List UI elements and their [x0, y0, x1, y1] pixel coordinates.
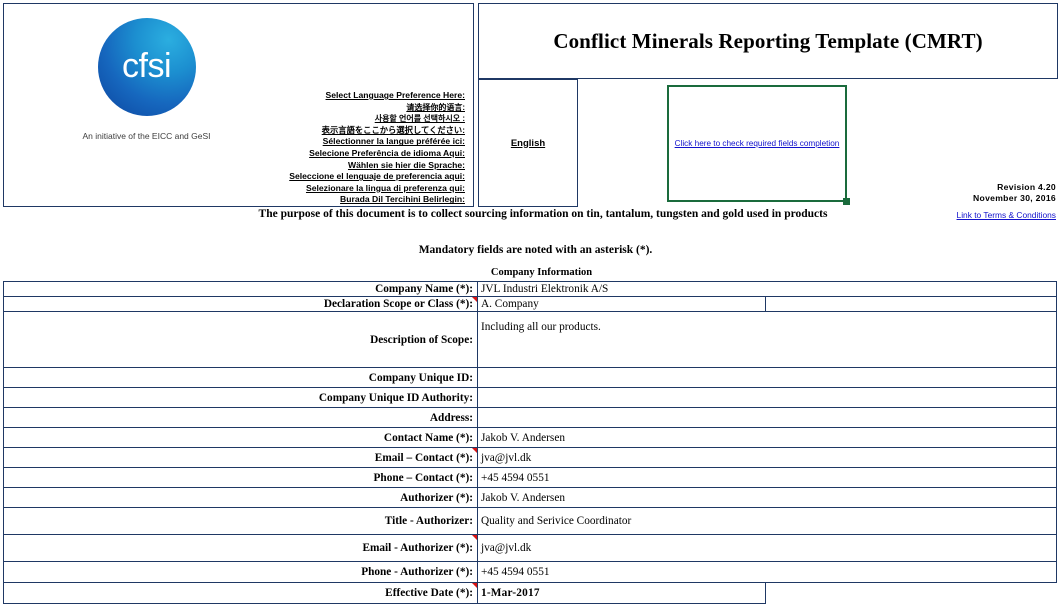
field-label-address: Address: [3, 407, 478, 428]
table-row: Company Unique ID Authority: [3, 387, 1058, 408]
field-label-company-unique-id: Company Unique ID: [3, 367, 478, 388]
field-value-phone-contact[interactable]: +45 4594 0551 [476, 467, 1058, 488]
field-value-company-name[interactable]: JVL Industri Elektronik A/S [476, 281, 1058, 297]
language-prompt-ja[interactable]: 表示言語をここから選択してください: [135, 125, 465, 137]
field-value-company-unique-id[interactable] [476, 367, 1058, 388]
table-row: Address: [3, 407, 1058, 428]
field-label-contact-name: Contact Name (*): [3, 427, 478, 448]
field-label-declaration-scope: Declaration Scope or Class (*): [3, 296, 478, 312]
language-prompt-it[interactable]: Selezionare la lingua di preferenza qui: [135, 183, 465, 195]
comment-marker-icon [472, 297, 477, 302]
table-row: Declaration Scope or Class (*): A. Compa… [3, 296, 1058, 312]
field-value-declaration-scope[interactable]: A. Company [477, 296, 766, 312]
field-label-authorizer: Authorizer (*): [3, 487, 478, 508]
field-value-email-authorizer[interactable]: jva@jvl.dk [476, 534, 1058, 562]
effective-date-row-spacer [766, 583, 1057, 604]
language-prompt-pt[interactable]: Selecione Preferência de idioma Aqui: [135, 148, 465, 160]
language-prompt-es[interactable]: Seleccione el lenguaje de preferencia aq… [135, 171, 465, 183]
company-information-table: Company Name (*): JVL Industri Elektroni… [3, 281, 1058, 604]
table-row: Contact Name (*): Jakob V. Andersen [3, 427, 1058, 448]
table-row: Email - Authorizer (*): jva@jvl.dk [3, 534, 1058, 562]
table-row: Description of Scope: Including all our … [3, 311, 1058, 368]
field-label-email-contact: Email – Contact (*): [3, 447, 478, 468]
comment-marker-icon [472, 448, 477, 453]
selected-language-value[interactable]: English [511, 138, 545, 149]
table-row: Title - Authorizer: Quality and Serivice… [3, 507, 1058, 535]
field-value-title-authorizer[interactable]: Quality and Serivice Coordinator [476, 507, 1058, 535]
table-row: Phone – Contact (*): +45 4594 0551 [3, 467, 1058, 488]
company-information-heading: Company Information [490, 267, 593, 278]
field-label-effective-date: Effective Date (*): [3, 582, 478, 604]
table-row: Authorizer (*): Jakob V. Andersen [3, 487, 1058, 508]
language-prompt-zh[interactable]: 请选择你的语言: [135, 102, 465, 114]
table-row: Company Name (*): JVL Industri Elektroni… [3, 281, 1058, 297]
field-value-description-of-scope[interactable]: Including all our products. [476, 311, 1058, 368]
table-row: Phone - Authorizer (*): +45 4594 0551 [3, 561, 1058, 583]
field-value-effective-date[interactable]: 1-Mar-2017 [477, 582, 766, 604]
field-value-email-contact[interactable]: jva@jvl.dk [476, 447, 1058, 468]
field-label-phone-authorizer: Phone - Authorizer (*): [3, 561, 478, 583]
revision-block: Revision 4.20 November 30, 2016 [876, 182, 1056, 204]
check-required-fields-box[interactable]: Click here to check required fields comp… [667, 85, 847, 202]
field-label-company-unique-id-authority: Company Unique ID Authority: [3, 387, 478, 408]
language-prompt-tr[interactable]: Burada Dil Tercihini Belirlegin: [135, 194, 465, 206]
check-required-fields-link[interactable]: Click here to check required fields comp… [675, 139, 840, 148]
field-value-authorizer[interactable]: Jakob V. Andersen [476, 487, 1058, 508]
page-title: Conflict Minerals Reporting Template (CM… [553, 28, 983, 53]
document-title-cell: Conflict Minerals Reporting Template (CM… [478, 3, 1058, 79]
field-label-phone-contact: Phone – Contact (*): [3, 467, 478, 488]
language-selection-cell[interactable]: English [478, 79, 578, 207]
field-label-company-name: Company Name (*): [3, 281, 478, 297]
purpose-statement: The purpose of this document is to colle… [258, 208, 828, 220]
revision-date: November 30, 2016 [973, 193, 1056, 203]
table-row: Effective Date (*): 1-Mar-2017 [3, 582, 1057, 604]
language-prompt-fr[interactable]: Sélectionner la langue préférée ici: [135, 136, 465, 148]
field-value-phone-authorizer[interactable]: +45 4594 0551 [476, 561, 1058, 583]
table-row: Email – Contact (*): jva@jvl.dk [3, 447, 1058, 468]
field-value-contact-name[interactable]: Jakob V. Andersen [476, 427, 1058, 448]
language-prompt-de[interactable]: Wählen sie hier die Sprache: [135, 160, 465, 172]
mandatory-fields-note: Mandatory fields are noted with an aster… [418, 244, 653, 256]
cfsi-logo-wordmark: cfsi [122, 47, 172, 85]
language-prompt-ko[interactable]: 사용할 언어를 선택하시오 : [135, 113, 465, 125]
selection-fill-handle[interactable] [843, 198, 850, 205]
revision-number: Revision 4.20 [997, 182, 1056, 192]
field-value-declaration-scope-extra[interactable] [764, 296, 1058, 312]
field-label-description-of-scope: Description of Scope: [3, 311, 478, 368]
field-value-address[interactable] [476, 407, 1058, 428]
field-value-company-unique-id-authority[interactable] [476, 387, 1058, 408]
field-label-email-authorizer: Email - Authorizer (*): [3, 534, 478, 562]
field-label-title-authorizer: Title - Authorizer: [3, 507, 478, 535]
comment-marker-icon [472, 535, 477, 540]
header-left-cell: cfsi An initiative of the EICC and GeSI … [3, 3, 474, 207]
language-preference-list: Select Language Preference Here: 请选择你的语言… [135, 90, 465, 206]
comment-marker-icon [472, 583, 477, 588]
spreadsheet-canvas: cfsi An initiative of the EICC and GeSI … [0, 0, 1061, 604]
language-prompt-en[interactable]: Select Language Preference Here: [135, 90, 465, 102]
table-row: Company Unique ID: [3, 367, 1058, 388]
